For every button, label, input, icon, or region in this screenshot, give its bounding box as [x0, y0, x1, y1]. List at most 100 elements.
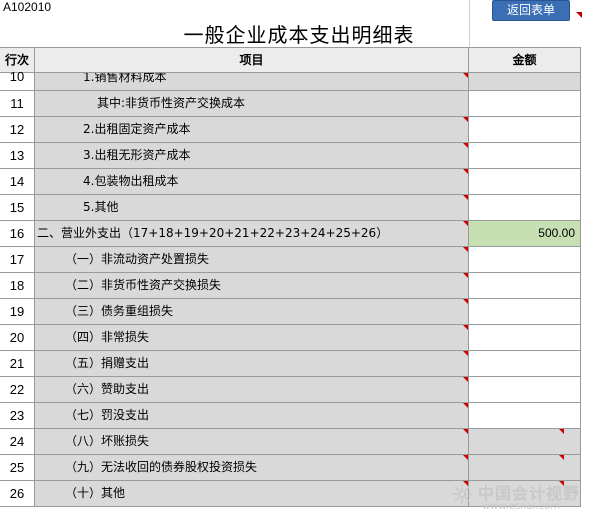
row-item-text: （四）非常损失 — [65, 330, 150, 344]
row-number: 10 — [0, 70, 35, 90]
table-row: 16 二、营业外支出（17+18+19+20+21+22+23+24+25+26）… — [0, 220, 581, 246]
comment-marker-icon — [463, 429, 468, 434]
comment-marker-icon — [463, 273, 468, 278]
table-row: 14 4.包装物出租成本 — [0, 168, 581, 194]
amount-cell[interactable] — [469, 195, 581, 220]
amount-cell[interactable] — [469, 377, 581, 402]
row-item-text: （六）赞助支出 — [65, 382, 150, 396]
amount-cell[interactable] — [469, 325, 581, 350]
row-item-label: 其中:非货币性资产交换成本 — [35, 91, 469, 116]
row-item-label: 5.其他 — [35, 195, 469, 220]
row-number: 14 — [0, 169, 35, 194]
row-item-text: （九）无法收回的债券股权投资损失 — [65, 460, 258, 474]
row-number: 12 — [0, 117, 35, 142]
row-item-label: 4.包装物出租成本 — [35, 169, 469, 194]
row-item-text: （二）非货币性资产交换损失 — [65, 278, 222, 292]
amount-cell[interactable]: 500.00 — [469, 221, 581, 246]
table-row: 11 其中:非货币性资产交换成本 — [0, 90, 581, 116]
row-item-label: （七）罚没支出 — [35, 403, 469, 428]
row-item-text: 3.出租无形资产成本 — [83, 148, 191, 162]
table-row: 12 2.出租固定资产成本 — [0, 116, 581, 142]
row-number: 23 — [0, 403, 35, 428]
row-number: 26 — [0, 481, 35, 506]
amount-cell[interactable] — [469, 299, 581, 324]
comment-marker-icon — [463, 73, 468, 78]
amount-cell[interactable] — [469, 351, 581, 376]
row-item-text: （五）捐赠支出 — [65, 356, 150, 370]
amount-cell[interactable] — [469, 169, 581, 194]
row-number: 13 — [0, 143, 35, 168]
amount-cell[interactable] — [469, 455, 581, 480]
back-to-form-button[interactable]: 返回表单 — [492, 0, 570, 21]
row-number: 15 — [0, 195, 35, 220]
table-row: 20 （四）非常损失 — [0, 324, 581, 350]
row-item-text: （十）其他 — [65, 486, 126, 500]
amount-cell[interactable] — [469, 91, 581, 116]
comment-marker-icon — [463, 117, 468, 122]
row-item-label: （十）其他 — [35, 481, 469, 506]
comment-marker-icon — [463, 143, 468, 148]
row-item-text: 其中:非货币性资产交换成本 — [97, 96, 246, 110]
row-item-text: 1.销售材料成本 — [83, 73, 167, 84]
row-number: 11 — [0, 91, 35, 116]
row-number: 22 — [0, 377, 35, 402]
table-row: 17 （一）非流动资产处置损失 — [0, 246, 581, 272]
row-item-label: （四）非常损失 — [35, 325, 469, 350]
table-row: 10 1.销售材料成本 — [0, 70, 581, 90]
comment-marker-icon — [463, 455, 468, 460]
comment-marker-icon — [463, 195, 468, 200]
amount-cell[interactable] — [469, 247, 581, 272]
table-row: 23 （七）罚没支出 — [0, 402, 581, 428]
watermark-url: www.esnai.com — [482, 501, 560, 512]
comment-marker-icon — [559, 455, 564, 460]
table-row: 21 （五）捐赠支出 — [0, 350, 581, 376]
row-item-text: （一）非流动资产处置损失 — [65, 252, 210, 266]
row-item-text: 4.包装物出租成本 — [83, 174, 179, 188]
row-item-label: （三）债务重组损失 — [35, 299, 469, 324]
row-item-label: （八）坏账损失 — [35, 429, 469, 454]
page-title: 一般企业成本支出明细表 — [183, 23, 415, 47]
comment-marker-icon — [463, 169, 468, 174]
comment-marker-icon — [463, 247, 468, 252]
row-number: 21 — [0, 351, 35, 376]
row-number: 19 — [0, 299, 35, 324]
row-number: 24 — [0, 429, 35, 454]
row-item-text: （七）罚没支出 — [65, 408, 150, 422]
amount-cell[interactable] — [469, 73, 581, 90]
table-row: 18 （二）非货币性资产交换损失 — [0, 272, 581, 298]
row-number: 17 — [0, 247, 35, 272]
amount-cell[interactable] — [469, 429, 581, 454]
row-item-label: 2.出租固定资产成本 — [35, 117, 469, 142]
table-row: 25 （九）无法收回的债券股权投资损失 — [0, 454, 581, 480]
row-item-text: 2.出租固定资产成本 — [83, 122, 191, 136]
row-number: 16 — [0, 221, 35, 246]
table-row: 19 （三）债务重组损失 — [0, 298, 581, 324]
row-item-label: （六）赞助支出 — [35, 377, 469, 402]
row-number: 25 — [0, 455, 35, 480]
comment-marker-icon — [463, 299, 468, 304]
comment-marker-icon — [576, 12, 582, 18]
row-item-text: （三）债务重组损失 — [65, 304, 174, 318]
amount-cell[interactable] — [469, 273, 581, 298]
row-item-label: （一）非流动资产处置损失 — [35, 247, 469, 272]
comment-marker-icon — [463, 403, 468, 408]
row-item-text: （八）坏账损失 — [65, 434, 150, 448]
row-item-label: （二）非货币性资产交换损失 — [35, 273, 469, 298]
comment-marker-icon — [463, 351, 468, 356]
amount-cell[interactable] — [469, 403, 581, 428]
row-item-label: 3.出租无形资产成本 — [35, 143, 469, 168]
comment-marker-icon — [559, 429, 564, 434]
row-item-label: （九）无法收回的债券股权投资损失 — [35, 455, 469, 480]
comment-marker-icon — [463, 377, 468, 382]
watermark-logo-icon — [452, 484, 472, 504]
comment-marker-icon — [463, 325, 468, 330]
amount-cell[interactable] — [469, 143, 581, 168]
header-amount: 金额 — [469, 48, 581, 72]
table-row: 13 3.出租无形资产成本 — [0, 142, 581, 168]
table-row: 22 （六）赞助支出 — [0, 376, 581, 402]
watermark: 中国会计视野 www.esnai.com — [448, 478, 598, 516]
row-item-label: 1.销售材料成本 — [35, 73, 469, 90]
table-row: 24 （八）坏账损失 — [0, 428, 581, 454]
amount-cell[interactable] — [469, 117, 581, 142]
column-divider — [469, 0, 470, 47]
